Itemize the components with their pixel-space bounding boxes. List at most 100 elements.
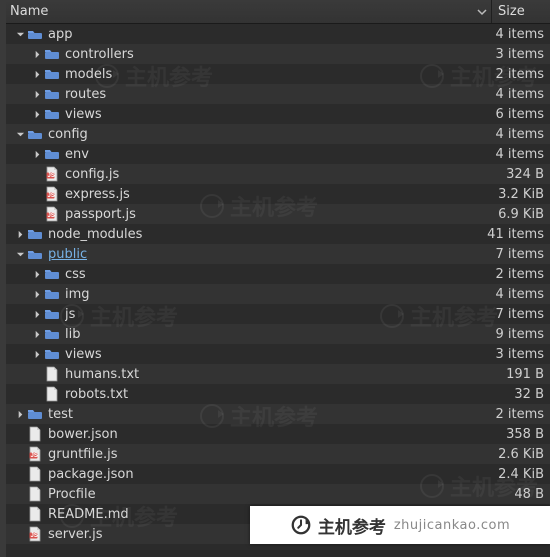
tree-row-size: 7 items	[474, 307, 544, 322]
file-tree-body: app4 items controllers3 items models2 it…	[6, 24, 550, 557]
tree-row-label: env	[65, 147, 89, 162]
tree-row-name-cell: bower.json	[6, 424, 474, 444]
tree-row[interactable]: views 3 items	[6, 344, 550, 364]
tree-row[interactable]: JS passport.js6.9 KiB	[6, 204, 550, 224]
tree-row[interactable]: config4 items	[6, 124, 550, 144]
tree-row[interactable]: public7 items	[6, 244, 550, 264]
tree-row-label: package.json	[48, 467, 134, 482]
file-js-icon: JS	[43, 166, 61, 182]
tree-row-size: 4 items	[474, 147, 544, 162]
file-icon	[26, 426, 44, 442]
tree-row-label: node_modules	[48, 227, 142, 242]
tree-row-label: README.md	[48, 507, 129, 522]
chevron-right-icon[interactable]	[31, 268, 43, 280]
tree-row[interactable]: routes4 items	[6, 84, 550, 104]
chevron-down-icon[interactable]	[14, 248, 26, 260]
chevron-right-icon[interactable]	[14, 228, 26, 240]
tree-row[interactable]: test2 items	[6, 404, 550, 424]
tree-row[interactable]: models2 items	[6, 64, 550, 84]
expander-placeholder	[14, 508, 26, 520]
chevron-down-icon[interactable]	[14, 28, 26, 40]
tree-row[interactable]: robots.txt 32 B	[6, 384, 550, 404]
tree-row-size: 7 items	[474, 247, 544, 262]
tree-row-size: 32 B	[474, 387, 544, 402]
tree-row-size: 6.9 KiB	[474, 207, 544, 222]
tree-row-label: app	[48, 27, 72, 42]
file-icon	[26, 466, 44, 482]
column-header-name[interactable]: Name	[6, 4, 491, 19]
tree-row-size: 2 items	[474, 267, 544, 282]
tree-row-name-cell: node_modules	[6, 224, 474, 244]
tree-row[interactable]: controllers3 items	[6, 44, 550, 64]
file-icon	[43, 386, 61, 402]
chevron-right-icon[interactable]	[31, 328, 43, 340]
tree-row[interactable]: Procfile 48 B	[6, 484, 550, 504]
svg-text:JS: JS	[31, 533, 38, 539]
tree-row-name-cell: env	[6, 144, 474, 164]
tree-row-name-cell: views	[6, 104, 474, 124]
tree-row[interactable]: node_modules41 items	[6, 224, 550, 244]
chevron-down-icon[interactable]	[14, 128, 26, 140]
folder-icon	[43, 86, 61, 102]
tree-row-name-cell: config	[6, 124, 474, 144]
tree-row[interactable]: bower.json358 B	[6, 424, 550, 444]
tree-row[interactable]: JS express.js3.2 KiB	[6, 184, 550, 204]
svg-text:JS: JS	[31, 453, 38, 459]
expander-placeholder	[31, 168, 43, 180]
tree-row-size: 4 items	[474, 127, 544, 142]
tree-row-name-cell: css	[6, 264, 474, 284]
folder-icon	[43, 306, 61, 322]
tree-row-size: 3 items	[474, 47, 544, 62]
tree-row-name-cell: models	[6, 64, 474, 84]
file-js-icon: JS	[43, 206, 61, 222]
column-header-size[interactable]: Size	[492, 4, 550, 19]
tree-row[interactable]: humans.txt191 B	[6, 364, 550, 384]
tree-row-name-cell: test	[6, 404, 474, 424]
tree-row[interactable]: views6 items	[6, 104, 550, 124]
tree-row-size: 4 items	[474, 287, 544, 302]
folder-icon	[43, 346, 61, 362]
tree-row-label: robots.txt	[65, 387, 128, 402]
tree-row[interactable]: app4 items	[6, 24, 550, 44]
tree-row[interactable]: env 4 items	[6, 144, 550, 164]
tree-row-size: 48 B	[474, 487, 544, 502]
watermark-logo-icon	[290, 514, 312, 536]
tree-row-size: 324 B	[474, 167, 544, 182]
sort-indicator-icon	[477, 7, 487, 17]
chevron-right-icon[interactable]	[14, 408, 26, 420]
chevron-right-icon[interactable]	[31, 288, 43, 300]
folder-icon	[26, 26, 44, 42]
tree-row-name-cell: img	[6, 284, 474, 304]
tree-row-size: 2.6 KiB	[474, 447, 544, 462]
tree-row-label: views	[65, 347, 102, 362]
tree-row-label: Procfile	[48, 487, 96, 502]
chevron-right-icon[interactable]	[31, 88, 43, 100]
tree-row[interactable]: js7 items	[6, 304, 550, 324]
chevron-right-icon[interactable]	[31, 348, 43, 360]
tree-row[interactable]: package.json2.4 KiB	[6, 464, 550, 484]
file-js-icon: JS	[26, 526, 44, 542]
tree-row-name-cell: public	[6, 244, 474, 264]
tree-row-size: 3 items	[474, 347, 544, 362]
tree-row[interactable]: css2 items	[6, 264, 550, 284]
tree-row-name-cell: package.json	[6, 464, 474, 484]
file-tree-table: Name Size app4 items controllers3 items …	[6, 0, 550, 557]
chevron-right-icon[interactable]	[31, 68, 43, 80]
tree-row[interactable]: JS gruntfile.js2.6 KiB	[6, 444, 550, 464]
tree-row-size: 2 items	[474, 407, 544, 422]
chevron-right-icon[interactable]	[31, 48, 43, 60]
tree-row[interactable]: JS config.js324 B	[6, 164, 550, 184]
tree-row[interactable]: img 4 items	[6, 284, 550, 304]
expander-placeholder	[31, 208, 43, 220]
expander-placeholder	[14, 468, 26, 480]
chevron-right-icon[interactable]	[31, 148, 43, 160]
watermark-brand: 主机参考	[318, 513, 386, 538]
chevron-right-icon[interactable]	[31, 308, 43, 320]
tree-row[interactable]: lib9 items	[6, 324, 550, 344]
tree-row-name-cell: JS passport.js	[6, 204, 474, 224]
chevron-right-icon[interactable]	[31, 108, 43, 120]
expander-placeholder	[14, 428, 26, 440]
tree-row-label: img	[65, 287, 90, 302]
svg-text:JS: JS	[48, 213, 55, 219]
tree-row-name-cell: views	[6, 344, 474, 364]
